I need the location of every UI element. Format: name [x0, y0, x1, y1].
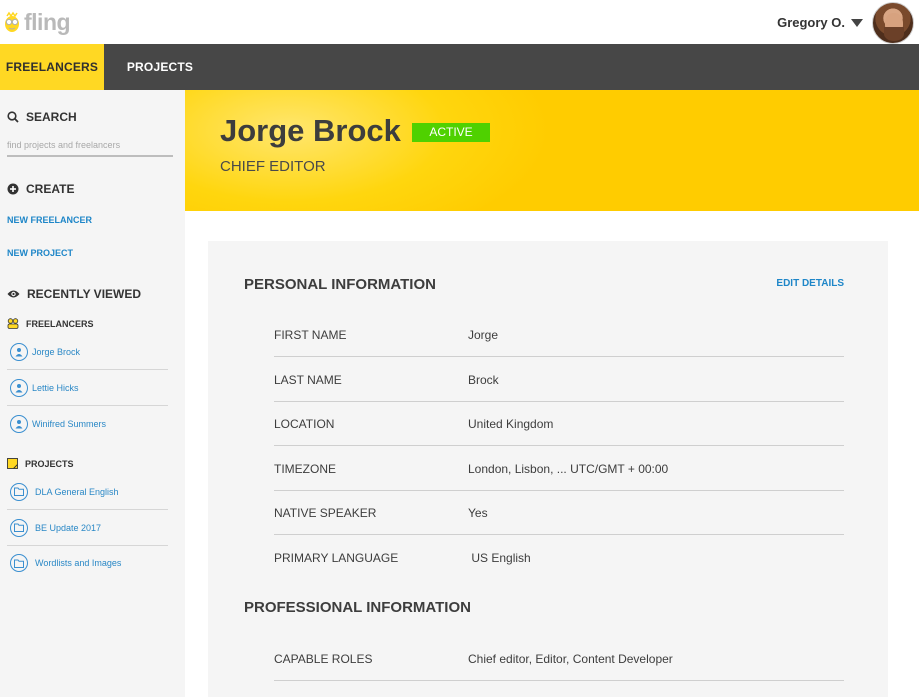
recent-freelancer-item[interactable]: Lettie Hicks [7, 370, 168, 406]
field-value: United Kingdom [468, 417, 554, 431]
details-card: PERSONAL INFORMATION EDIT DETAILS FIRST … [208, 241, 888, 697]
search-section-title: SEARCH [7, 110, 77, 124]
personal-info-title: PERSONAL INFORMATION [244, 276, 436, 293]
field-value: London, Lisbon, ... UTC/GMT + 00:00 [468, 462, 669, 476]
profile-name: Jorge Brock [220, 113, 401, 148]
recent-freelancer-item[interactable]: Winifred Summers [7, 406, 168, 442]
recent-freelancer-name: Jorge Brock [32, 346, 81, 357]
eye-icon [7, 290, 20, 298]
plus-circle-icon [7, 183, 19, 195]
field-label: NATIVE SPEAKER [274, 506, 377, 520]
recent-freelancers-heading: FREELANCERS [7, 318, 94, 329]
user-icon [10, 415, 28, 433]
field-value: Yes [468, 506, 488, 520]
field-value: Brock [468, 373, 499, 387]
profile-role: CHIEF EDITOR [220, 158, 326, 175]
profile-header: Jorge Brock ACTIVE CHIEF EDITOR [185, 90, 919, 211]
tab-projects[interactable]: PROJECTS [104, 44, 216, 90]
recently-viewed-title-row: RECENTLY VIEWED [7, 287, 141, 301]
user-icon [10, 342, 28, 361]
logo-text: fling [24, 8, 71, 35]
status-badge: ACTIVE [412, 123, 490, 142]
edit-details-link[interactable]: EDIT DETAILS [776, 278, 844, 289]
search-title: SEARCH [26, 110, 77, 124]
info-row-location: LOCATION United Kingdom [274, 402, 844, 446]
recent-project-item[interactable]: BE Update 2017 [7, 510, 168, 546]
field-label: CAPABLE ROLES [274, 652, 373, 666]
info-row-capable-roles: CAPABLE ROLES Chief editor, Editor, Cont… [274, 637, 844, 681]
sidebar: SEARCH CREATE NEW FREELANCER NEW PROJECT… [0, 90, 185, 697]
field-label: LAST NAME [274, 373, 342, 387]
app-logo[interactable]: fling [3, 8, 71, 36]
recent-projects-heading: PROJECTS [7, 458, 74, 469]
info-row-first-name: FIRST NAME Jorge [274, 313, 844, 357]
recent-project-name: DLA General English [35, 486, 119, 497]
field-value: Jorge [468, 328, 499, 342]
new-project-link[interactable]: NEW PROJECT [7, 248, 73, 258]
folder-icon [10, 482, 28, 501]
info-row-primary-language: PRIMARY LANGUAGE US English [274, 536, 844, 580]
field-label: FIRST NAME [274, 328, 347, 342]
recent-project-item[interactable]: Wordlists and Images [7, 545, 168, 581]
recent-freelancer-name: Lettie Hicks [32, 382, 79, 393]
folder-icon [10, 518, 28, 537]
main-nav: FREELANCERS PROJECTS [0, 44, 919, 90]
field-value: US English [468, 551, 531, 565]
note-icon [7, 458, 18, 469]
user-name: Gregory O. [777, 14, 845, 30]
field-label: PRIMARY LANGUAGE [274, 551, 399, 565]
recent-project-name: Wordlists and Images [35, 558, 122, 568]
user-menu[interactable]: Gregory O. [777, 0, 919, 44]
create-title: CREATE [26, 182, 75, 196]
info-row-timezone: TIMEZONE London, Lisbon, ... UTC/GMT + 0… [274, 447, 844, 491]
avatar[interactable] [872, 1, 914, 44]
recent-freelancer-name: Winifred Summers [32, 419, 107, 429]
fling-logo-icon [5, 11, 19, 32]
user-icon [10, 378, 28, 397]
info-row-last-name: LAST NAME Brock [274, 358, 844, 402]
top-bar: fling Gregory O. [0, 0, 919, 44]
search-input[interactable] [7, 135, 173, 157]
freelancers-group-icon [7, 318, 19, 329]
create-section-title: CREATE [7, 182, 74, 196]
folder-icon [10, 554, 28, 572]
recent-project-item[interactable]: DLA General English [7, 474, 168, 510]
recent-freelancer-item[interactable]: Jorge Brock [7, 334, 168, 370]
info-row-native-speaker: NATIVE SPEAKER Yes [274, 491, 844, 535]
field-label: TIMEZONE [274, 462, 336, 476]
tab-freelancers[interactable]: FREELANCERS [0, 44, 104, 90]
recent-freelancers-title: FREELANCERS [26, 318, 94, 329]
new-freelancer-link[interactable]: NEW FREELANCER [7, 215, 92, 225]
field-value: Chief editor, Editor, Content Developer [468, 652, 673, 666]
avatar-beard [884, 26, 904, 41]
professional-info-title: PROFESSIONAL INFORMATION [244, 599, 471, 616]
recent-projects-title: PROJECTS [25, 458, 74, 469]
field-label: LOCATION [274, 417, 335, 431]
recent-project-name: BE Update 2017 [35, 522, 102, 533]
recently-viewed-title: RECENTLY VIEWED [27, 287, 142, 301]
caret-down-icon[interactable] [851, 18, 863, 27]
search-icon [7, 111, 19, 123]
